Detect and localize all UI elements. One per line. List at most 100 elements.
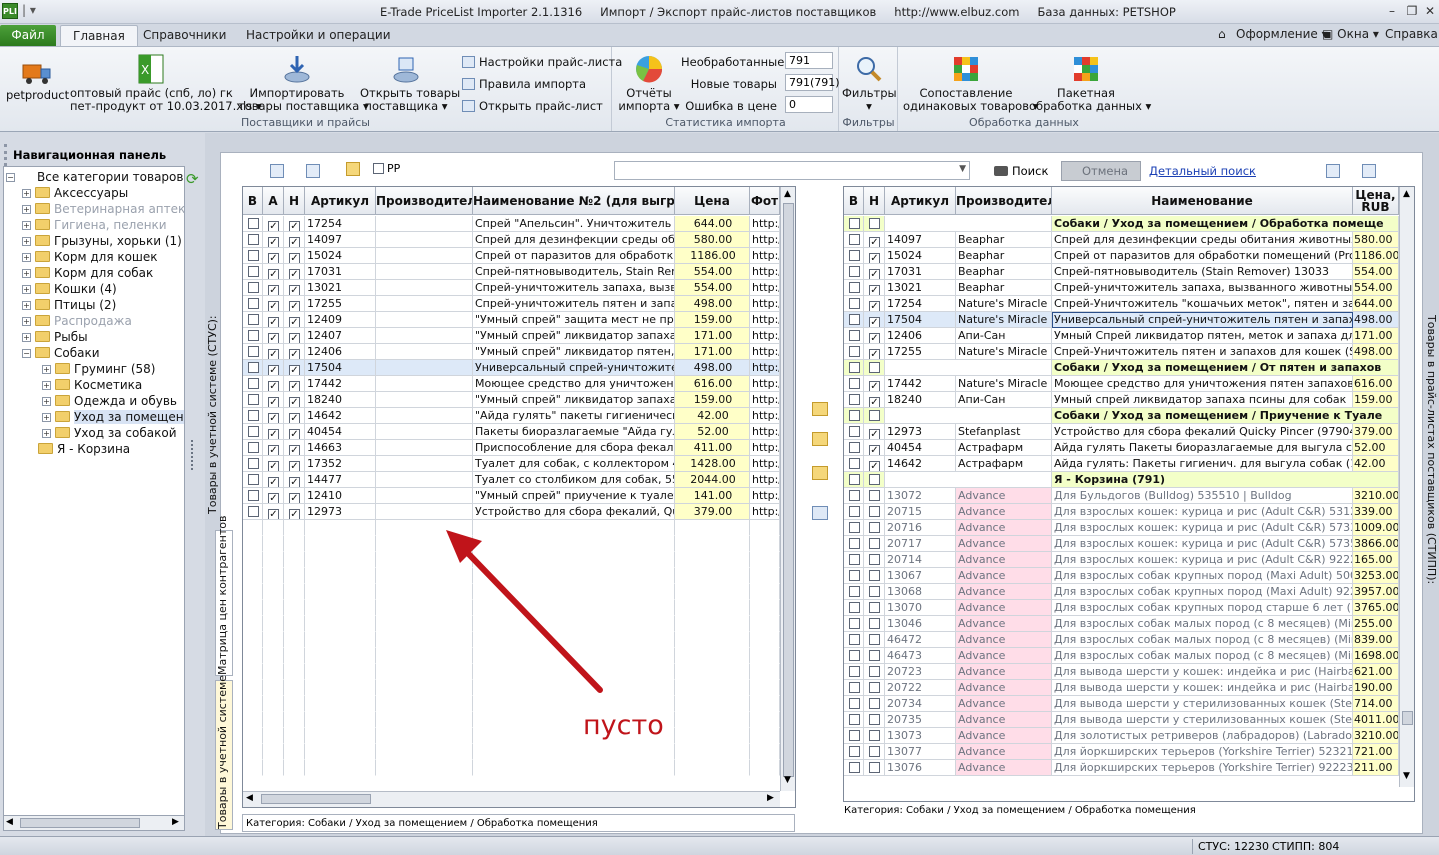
cell-manufacturer[interactable]: Advance [956,520,1052,536]
cell-price[interactable]: 165.00 [1353,552,1399,568]
checkbox-icon[interactable] [248,506,259,517]
checkbox-icon[interactable]: ✓ [869,237,880,247]
cell-n[interactable] [864,664,885,680]
checkbox-icon[interactable] [849,618,860,629]
checkbox-icon[interactable]: ✓ [869,397,880,407]
cell-name[interactable]: Для взрослых собак малых пород (с 8 меся… [1052,632,1353,648]
cell-photo[interactable]: http:/ [750,312,780,328]
cell-name[interactable]: Спрей-Уничтожитель пятен и запахов для к… [1052,344,1353,360]
checkbox-icon[interactable]: ✓ [289,237,300,247]
cell-a[interactable]: ✓ [263,312,284,328]
cell-a[interactable]: ✓ [263,360,284,376]
scroll-right-icon[interactable]: ▶ [172,817,179,827]
cell-photo[interactable]: http:/ [750,328,780,344]
cell-photo[interactable]: http:/ [750,456,780,472]
cell-price[interactable]: 411.00 [675,440,750,456]
cell-article[interactable]: 17031 [305,264,376,280]
cell-a[interactable]: ✓ [263,392,284,408]
cell-name[interactable]: Для Бульдогов (Bulldog) 535510 | Bulldog [1052,488,1353,504]
cell-name[interactable]: Туалет со столбиком для собак, 55x40 [473,472,675,488]
cell-price[interactable]: 644.00 [675,216,750,232]
cell-article[interactable]: 17031 [885,264,956,280]
cell-v[interactable] [243,456,263,472]
search-input[interactable]: ▼ [614,161,970,180]
checkbox-icon[interactable]: ✓ [268,461,279,471]
cell-manufacturer[interactable]: Beaphar [956,280,1052,296]
checkbox-icon[interactable] [849,346,860,357]
cell-v[interactable] [243,376,263,392]
column-header[interactable]: Фот [750,187,780,215]
cell-manufacturer[interactable] [376,408,473,424]
table-row[interactable]: ✓ 17442 Nature's Miracle Моющее средство дл… [844,376,1414,392]
checkbox-icon[interactable] [248,410,259,421]
collapse-icon[interactable]: − [22,349,31,358]
table-row[interactable]: ✓ ✓ 14663 Приспособление для сбора фекалий 4… [243,440,795,456]
scroll-up-icon[interactable]: ▲ [784,189,791,199]
table-row[interactable]: ✓ ✓ 17352 Туалет для собак, с коллектором 4… [243,456,795,472]
cell-name[interactable]: Спрей-Уничтожитель "кошачьих меток", пят… [1052,296,1353,312]
cell-name[interactable]: Для йоркширских терьеров (Yorkshire Terr… [1052,760,1353,776]
checkbox-icon[interactable]: ✓ [289,445,300,455]
cell-n[interactable] [864,504,885,520]
cell-manufacturer[interactable] [376,328,473,344]
table-row[interactable]: ✓ ✓ 17504 Универсальный спрей-уничтожитель … [243,360,795,376]
checkbox-icon[interactable]: ✓ [289,381,300,391]
column-header[interactable]: Цена, RUB [1353,187,1399,215]
cell-article[interactable]: 17442 [305,376,376,392]
cell-v[interactable] [243,488,263,504]
checkbox-icon[interactable] [869,634,880,645]
checkbox-icon[interactable]: ✓ [289,477,300,487]
expand-icon[interactable]: + [22,189,31,198]
cell-price[interactable]: 3957.00 [1353,584,1399,600]
sort-icon[interactable] [306,164,320,178]
tree-item-category[interactable]: + Аксессуары [22,185,128,201]
cell-manufacturer[interactable] [376,344,473,360]
cell-name[interactable]: Спрей-пятновыводитель (Stain Remover) 13… [1052,264,1353,280]
table-row[interactable]: 13077 Advance Для йоркширских терьеров (Yo… [844,744,1414,760]
cell-v[interactable] [243,424,263,440]
cell-price[interactable]: 52.00 [675,424,750,440]
cell-v[interactable] [844,584,864,600]
checkbox-icon[interactable]: ✓ [268,349,279,359]
cell-manufacturer[interactable] [376,456,473,472]
cell-manufacturer[interactable]: Advance [956,680,1052,696]
cell-name[interactable]: Айда гулять: Пакеты гигиенич. для выгула… [1052,456,1353,472]
cell-article[interactable]: 14097 [305,232,376,248]
table-row[interactable]: ✓ ✓ 12409 "Умный спрей" защита мест не пред… [243,312,795,328]
checkbox-icon[interactable] [849,458,860,469]
table-row[interactable]: 20714 Advance Для взрослых кошек: курица и… [844,552,1414,568]
cell-manufacturer[interactable] [376,488,473,504]
filters-button[interactable]: Фильтры ▾ [842,53,897,113]
export-icon[interactable] [270,164,284,178]
cell-n[interactable]: ✓ [864,232,885,248]
cell-manufacturer[interactable] [376,376,473,392]
cell-n[interactable]: ✓ [284,232,305,248]
cell-article[interactable]: 17255 [885,344,956,360]
cell-manufacturer[interactable]: Advance [956,584,1052,600]
cell-article[interactable]: 13021 [305,280,376,296]
checkbox-icon[interactable]: ✓ [289,429,300,439]
cell-v[interactable] [844,424,864,440]
cell-a[interactable]: ✓ [263,232,284,248]
checkbox-icon[interactable]: ✓ [268,301,279,311]
cell-manufacturer[interactable]: Астрафарм [956,456,1052,472]
cell-a[interactable]: ✓ [263,264,284,280]
checkbox-icon[interactable] [248,218,259,229]
table-row[interactable]: ✓ ✓ 17255 Спрей-уничтожитель пятен и запахо… [243,296,795,312]
cell-v[interactable] [243,264,263,280]
checkbox-icon[interactable] [869,218,880,229]
cell-article[interactable]: 18240 [305,392,376,408]
cell-manufacturer[interactable] [376,232,473,248]
checkbox-icon[interactable]: ✓ [869,429,880,439]
cell-photo[interactable]: http:/ [750,248,780,264]
cell-price[interactable]: 498.00 [675,296,750,312]
table-row[interactable]: 46472 Advance Для взрослых собак малых пор… [844,632,1414,648]
cell-article[interactable]: 18240 [885,392,956,408]
checkbox-icon[interactable] [849,410,860,421]
cell-v[interactable] [844,216,864,232]
cell-price[interactable]: 644.00 [1353,296,1399,312]
expand-icon[interactable]: + [22,285,31,294]
cell-article[interactable]: 14097 [885,232,956,248]
checkbox-icon[interactable]: ✓ [289,397,300,407]
checkbox-icon[interactable] [869,650,880,661]
